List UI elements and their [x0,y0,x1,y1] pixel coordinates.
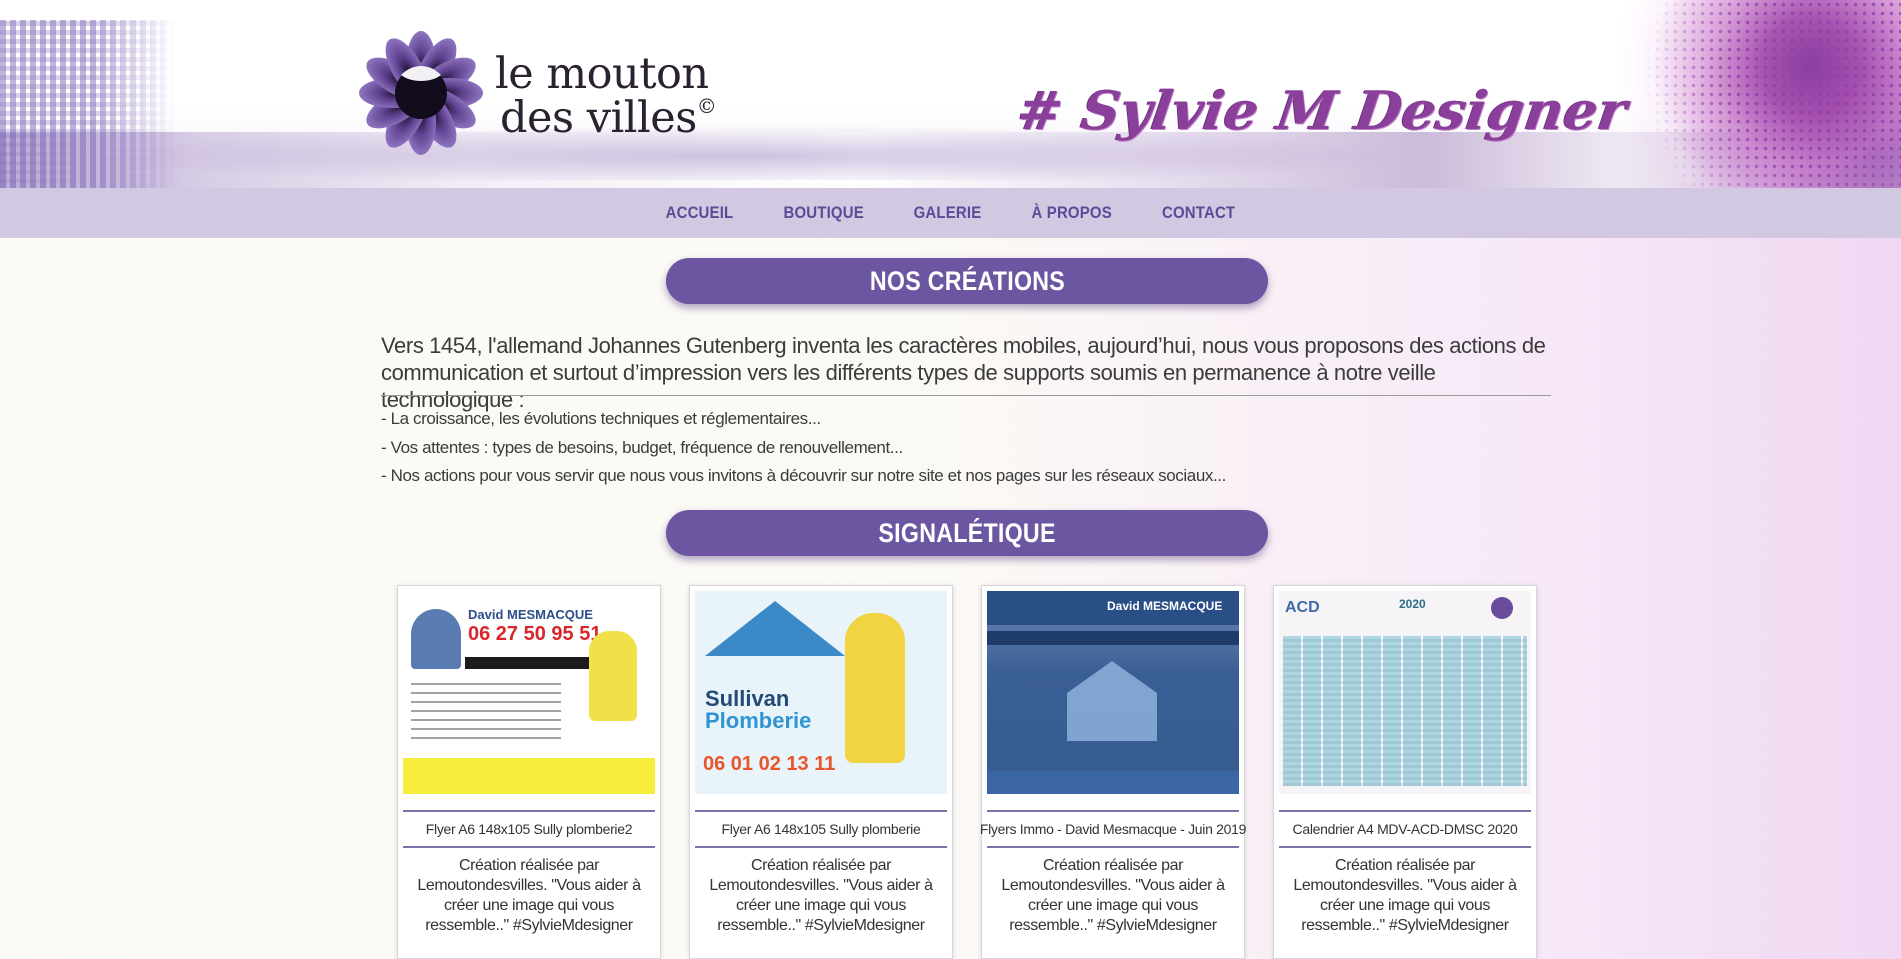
flower-logo-icon [1491,597,1513,619]
thumb-text-lines [411,683,561,743]
roof-icon [705,601,845,656]
flower-logo-icon [359,31,483,155]
card-thumbnail[interactable]: Sullivan Plomberie 06 01 02 13 11 [695,591,947,794]
card-title[interactable]: Flyer A6 148x105 Sully plomberie2 [403,810,655,848]
plumber-character [589,631,637,721]
intro-bullet: - La croissance, les évolutions techniqu… [381,409,821,428]
section-title-creations: NOS CRÉATIONS [666,258,1268,304]
nav-contact[interactable]: CONTACT [1162,203,1235,223]
card-description: Création réalisée par Lemoutondesvilles.… [1001,857,1225,934]
person-photo [411,609,461,669]
card-thumbnail[interactable]: David MESMACQUE 06 27 50 95 51 [403,591,655,794]
nav-a-propos[interactable]: À PROPOS [1031,203,1111,223]
thumb-footer-band [403,758,655,794]
thumb-year: 2020 [1399,597,1426,611]
thumb-name: David MESMACQUE [1107,599,1223,613]
glitter-dots-decoration [1590,0,1901,188]
main-navigation: ACCUEIL BOUTIQUE GALERIE À PROPOS CONTAC… [0,188,1901,238]
copyright-mark: © [696,94,717,118]
card-description: Création réalisée par Lemoutondesvilles.… [709,857,933,934]
gallery-card[interactable]: ACD 2020 Calendrier A4 MDV-ACD-DMSC 2020… [1273,585,1537,959]
site-header: le mouton des villes© # Sylvie M Designe… [0,0,1901,188]
logo-line-1: le mouton [495,49,709,99]
thumb-phone: 06 27 50 95 51 [468,623,602,645]
intro-bullets: - La croissance, les évolutions techniqu… [381,405,1551,491]
intro-bullet: - Vos attentes : types de besoins, budge… [381,437,903,457]
thumb-phone: 06 01 02 13 11 [703,753,836,775]
thumb-band [987,631,1239,645]
card-thumbnail[interactable]: ACD 2020 [1279,591,1531,794]
plumber-character [845,613,905,763]
thumb-name: David MESMACQUE [468,607,593,622]
gallery-card[interactable]: Sullivan Plomberie 06 01 02 13 11 Flyer … [689,585,953,959]
card-title[interactable]: Flyer A6 148x105 Sully plomberie [695,810,947,848]
nav-galerie[interactable]: GALERIE [913,203,981,223]
intro-bullet: - Nos actions pour vous servir que nous … [381,466,1226,485]
house-icon [1067,661,1157,741]
logo-wordmark: le mouton des villes© [495,49,717,143]
card-description: Création réalisée par Lemoutondesvilles.… [417,857,641,934]
city-skyline-decoration [0,20,175,188]
card-title[interactable]: Calendrier A4 MDV-ACD-DMSC 2020 [1279,810,1531,848]
designer-tagline: # Sylvie M Designer [1013,80,1632,142]
nav-boutique[interactable]: BOUTIQUE [783,203,863,223]
gallery-card[interactable]: David MESMACQUE 06 27 50 95 51 Flyer A6 … [397,585,661,959]
thumb-badge: ACD [1285,599,1320,616]
nav-accueil[interactable]: ACCUEIL [665,203,733,223]
card-title[interactable]: Flyers Immo - David Mesmacque - Juin 201… [980,810,1246,848]
section-title-creations-text: NOS CRÉATIONS [869,265,1065,296]
thumb-line-2: Plomberie [705,708,812,733]
divider [381,395,1551,396]
section-title-signaletique-text: SIGNALÉTIQUE [878,517,1056,548]
card-description: Création réalisée par Lemoutondesvilles.… [1293,857,1517,934]
intro-paragraph: Vers 1454, l'allemand Johannes Gutenberg… [381,333,1546,412]
gallery-card[interactable]: David MESMACQUE Flyers Immo - David Mesm… [980,585,1246,959]
site-logo[interactable]: le mouton des villes© [356,28,736,163]
logo-line-2: des villes [500,93,697,143]
thumb-footer-band [987,771,1239,794]
card-thumbnail[interactable]: David MESMACQUE [987,591,1239,794]
calendar-grid [1283,636,1527,786]
section-title-signaletique: SIGNALÉTIQUE [666,510,1268,556]
